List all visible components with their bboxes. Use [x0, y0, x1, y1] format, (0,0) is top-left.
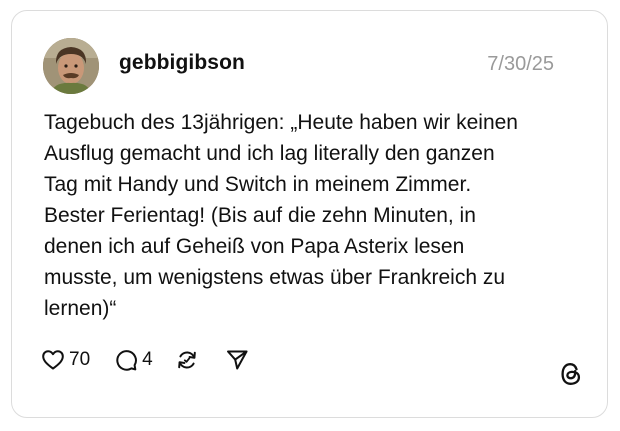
- share-button[interactable]: [225, 348, 249, 372]
- heart-icon: [42, 350, 64, 370]
- repost-icon: [177, 351, 196, 369]
- post-card: gebbigibson 7/30/25 Tagebuch des 13jähri…: [11, 10, 608, 418]
- avatar[interactable]: [43, 38, 99, 94]
- post-text: Tagebuch des 13jährigen: „Heute haben wi…: [44, 111, 518, 320]
- repost-button[interactable]: [175, 348, 199, 372]
- action-bar: 70 4: [41, 345, 249, 375]
- post-date: 7/30/25: [487, 53, 554, 75]
- threads-logo-icon[interactable]: [559, 361, 583, 387]
- threads-logo: [561, 363, 581, 385]
- send-icon: [226, 350, 248, 370]
- reply-count: 4: [142, 349, 153, 370]
- like-button[interactable]: 70: [41, 348, 90, 372]
- reply-button[interactable]: 4: [114, 348, 153, 372]
- username[interactable]: gebbigibson: [119, 51, 245, 75]
- avatar-image: [43, 38, 99, 94]
- like-count: 70: [69, 349, 91, 370]
- speech-bubble-icon: [116, 350, 138, 371]
